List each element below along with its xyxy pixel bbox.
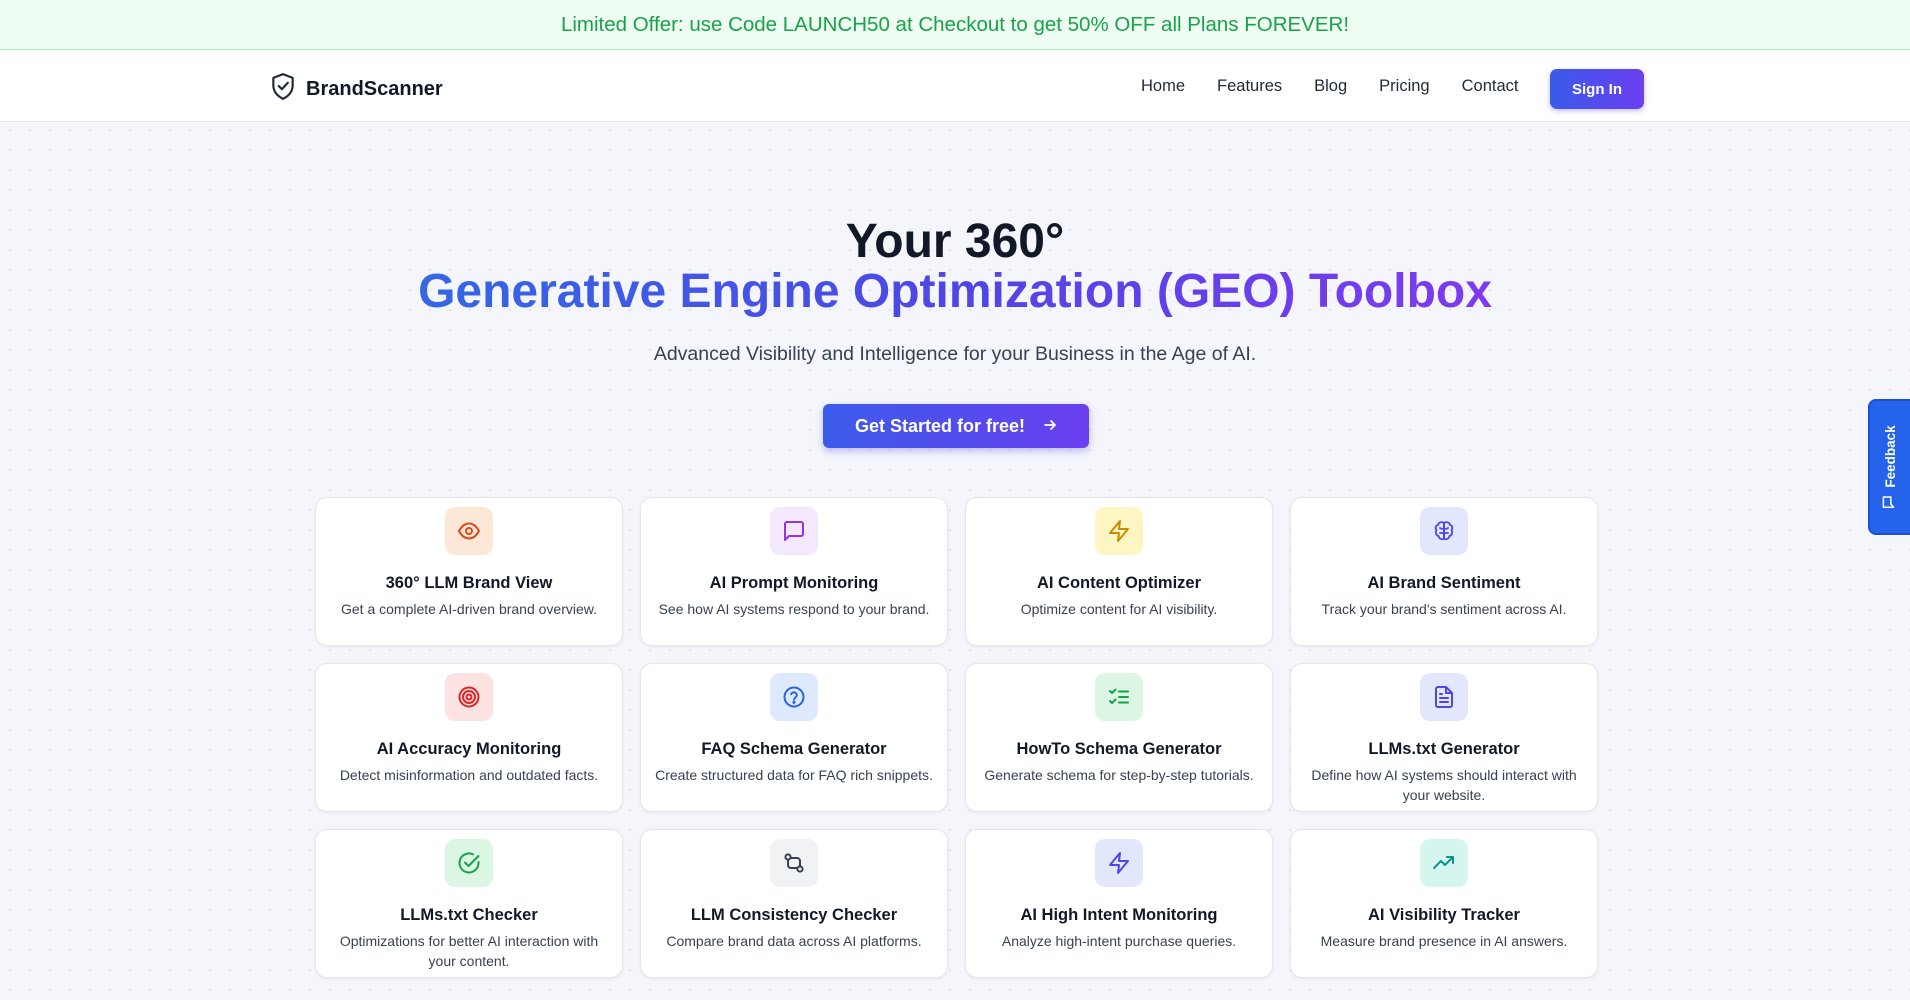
feature-card-llm-brand-view[interactable]: 360° LLM Brand View Get a complete AI-dr… bbox=[315, 497, 623, 646]
feature-description: Analyze high-intent purchase queries. bbox=[1001, 933, 1237, 949]
nav-home[interactable]: Home bbox=[1141, 77, 1185, 96]
feature-title: AI Prompt Monitoring bbox=[709, 574, 879, 592]
hero-title-line2: Generative Engine Optimization (GEO) Too… bbox=[0, 262, 1910, 322]
feature-card-llms-txt-checker[interactable]: LLMs.txt Checker Optimizations for bette… bbox=[315, 829, 623, 978]
feature-card-faq-schema[interactable]: FAQ Schema Generator Create structured d… bbox=[640, 663, 948, 812]
bolt-icon bbox=[1095, 507, 1143, 555]
document-icon bbox=[1420, 673, 1468, 721]
feature-card-high-intent[interactable]: AI High Intent Monitoring Analyze high-i… bbox=[965, 829, 1273, 978]
feature-description: Create structured data for FAQ rich snip… bbox=[655, 767, 933, 783]
nav-features[interactable]: Features bbox=[1217, 77, 1282, 96]
feature-card-accuracy-monitoring[interactable]: AI Accuracy Monitoring Detect misinforma… bbox=[315, 663, 623, 812]
feedback-label: Feedback bbox=[1882, 425, 1898, 488]
feature-title: LLMs.txt Checker bbox=[400, 906, 538, 924]
feature-card-howto-schema[interactable]: HowTo Schema Generator Generate schema f… bbox=[965, 663, 1273, 812]
feature-title: AI Visibility Tracker bbox=[1368, 906, 1520, 924]
bolt-icon bbox=[1095, 839, 1143, 887]
main-nav: Home Features Blog Pricing Contact bbox=[1141, 50, 1550, 122]
promo-banner: Limited Offer: use Code LAUNCH50 at Chec… bbox=[0, 0, 1910, 50]
feature-title: AI Content Optimizer bbox=[1036, 574, 1202, 592]
message-square-icon bbox=[1882, 496, 1898, 509]
feature-description: Optimizations for better AI interaction … bbox=[339, 933, 599, 969]
feature-card-content-optimizer[interactable]: AI Content Optimizer Optimize content fo… bbox=[965, 497, 1273, 646]
feature-description: Get a complete AI-driven brand overview. bbox=[340, 601, 598, 617]
chat-icon bbox=[770, 507, 818, 555]
brand-logo[interactable]: BrandScanner bbox=[270, 72, 443, 106]
eye-icon bbox=[445, 507, 493, 555]
arrow-right-icon bbox=[1043, 416, 1057, 437]
check-circle-icon bbox=[445, 839, 493, 887]
hero-title-gradient: Generative Engine Optimization (GEO) Too… bbox=[418, 265, 1492, 318]
feature-description: Track your brand's sentiment across AI. bbox=[1321, 601, 1567, 617]
feature-description: See how AI systems respond to your brand… bbox=[658, 601, 930, 617]
feature-description: Generate schema for step-by-step tutoria… bbox=[984, 767, 1254, 783]
target-icon bbox=[445, 673, 493, 721]
git-compare-icon bbox=[770, 839, 818, 887]
feature-title: 360° LLM Brand View bbox=[385, 574, 553, 592]
promo-text: Limited Offer: use Code LAUNCH50 at Chec… bbox=[560, 12, 1350, 36]
trending-up-icon bbox=[1420, 839, 1468, 887]
checklist-icon bbox=[1095, 673, 1143, 721]
feature-card-llms-txt-generator[interactable]: LLMs.txt Generator Define how AI systems… bbox=[1290, 663, 1598, 812]
feature-description: Measure brand presence in AI answers. bbox=[1320, 933, 1568, 949]
feature-title: FAQ Schema Generator bbox=[701, 740, 887, 758]
brain-icon bbox=[1420, 507, 1468, 555]
nav-contact[interactable]: Contact bbox=[1462, 77, 1519, 96]
feature-title: LLMs.txt Generator bbox=[1368, 740, 1520, 758]
feature-card-consistency-checker[interactable]: LLM Consistency Checker Compare brand da… bbox=[640, 829, 948, 978]
shield-check-icon bbox=[270, 72, 296, 106]
sign-in-button[interactable]: Sign In bbox=[1550, 69, 1644, 109]
feature-grid: 360° LLM Brand View Get a complete AI-dr… bbox=[315, 497, 1599, 978]
get-started-label: Get Started for free! bbox=[854, 415, 1026, 436]
feature-title: AI Brand Sentiment bbox=[1367, 574, 1521, 592]
feature-description: Optimize content for AI visibility. bbox=[1020, 601, 1218, 617]
feedback-content: Feedback bbox=[1882, 425, 1898, 508]
feature-card-brand-sentiment[interactable]: AI Brand Sentiment Track your brand's se… bbox=[1290, 497, 1598, 646]
hero-subtitle: Advanced Visibility and Intelligence for… bbox=[653, 343, 1257, 365]
brand-name: BrandScanner bbox=[306, 77, 443, 100]
get-started-button[interactable]: Get Started for free! bbox=[823, 404, 1089, 448]
site-header: BrandScanner Home Features Blog Pricing … bbox=[0, 50, 1910, 122]
feature-card-visibility-tracker[interactable]: AI Visibility Tracker Measure brand pres… bbox=[1290, 829, 1598, 978]
feature-description: Define how AI systems should interact wi… bbox=[1311, 767, 1577, 803]
feature-title: AI Accuracy Monitoring bbox=[376, 740, 562, 758]
feature-title: HowTo Schema Generator bbox=[1016, 740, 1222, 758]
nav-pricing[interactable]: Pricing bbox=[1379, 77, 1429, 96]
feedback-tab[interactable]: Feedback bbox=[1868, 399, 1910, 535]
feature-title: AI High Intent Monitoring bbox=[1020, 906, 1218, 924]
feature-card-prompt-monitoring[interactable]: AI Prompt Monitoring See how AI systems … bbox=[640, 497, 948, 646]
feature-description: Compare brand data across AI platforms. bbox=[666, 933, 922, 949]
feature-title: LLM Consistency Checker bbox=[690, 906, 898, 924]
nav-blog[interactable]: Blog bbox=[1314, 77, 1347, 96]
feature-description: Detect misinformation and outdated facts… bbox=[339, 767, 599, 783]
question-icon bbox=[770, 673, 818, 721]
